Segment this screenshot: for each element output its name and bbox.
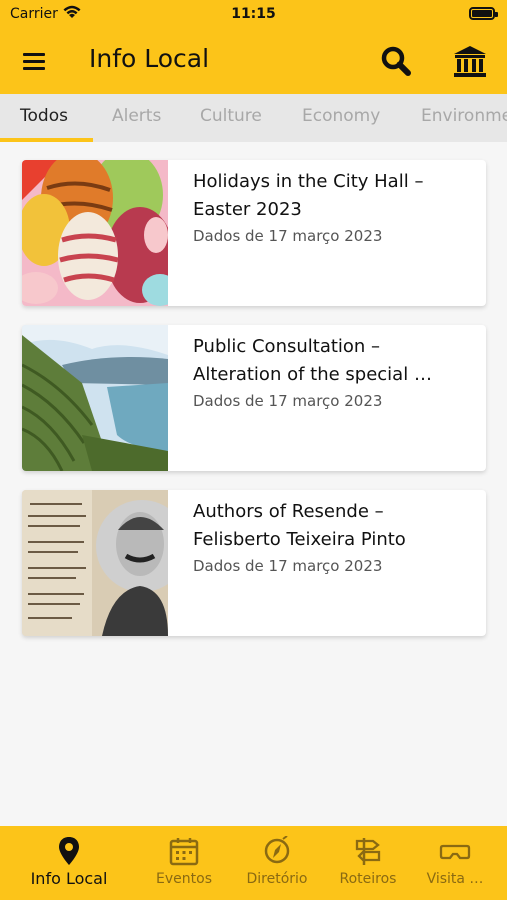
tab-todos[interactable]: Todos	[20, 106, 68, 126]
map-pin-icon	[57, 836, 81, 870]
tab-alerts[interactable]: Alerts	[112, 106, 161, 126]
article-thumbnail-easter-eggs	[22, 160, 168, 306]
nav-visita[interactable]: Visita …	[405, 826, 505, 900]
article-title: Public Consultation – Alteration of the …	[193, 336, 432, 385]
article-card[interactable]: Authors of Resende – Felisberto Teixeira…	[22, 490, 486, 636]
nav-diretorio[interactable]: Diretório	[227, 826, 327, 900]
battery-icon	[469, 7, 498, 20]
nav-roteiros[interactable]: Roteiros	[318, 826, 418, 900]
calendar-icon	[169, 836, 199, 870]
article-title: Authors of Resende – Felisberto Teixeira…	[193, 501, 406, 550]
article-card[interactable]: Public Consultation – Alteration of the …	[22, 325, 486, 471]
article-thumbnail-portrait	[22, 490, 168, 636]
article-thumbnail-river-vineyards	[22, 325, 168, 471]
search-icon[interactable]	[376, 42, 416, 82]
nav-label: Eventos	[156, 871, 212, 887]
nav-label: Diretório	[246, 871, 308, 887]
article-list: Holidays in the City Hall – Easter 2023 …	[22, 160, 486, 655]
article-date: Dados de 17 março 2023	[193, 557, 383, 575]
app-bar: Info Local	[0, 30, 507, 94]
signpost-icon	[353, 836, 383, 870]
nav-info-local[interactable]: Info Local	[19, 826, 119, 900]
article-date: Dados de 17 março 2023	[193, 392, 383, 410]
nav-label: Roteiros	[339, 871, 397, 887]
nav-eventos[interactable]: Eventos	[134, 826, 234, 900]
page-title: Info Local	[89, 44, 210, 73]
status-bar: Carrier 11:15	[0, 0, 507, 30]
category-tabs: Todos Alerts Culture Economy Environme	[0, 94, 507, 142]
tab-culture[interactable]: Culture	[200, 106, 262, 126]
tab-economy[interactable]: Economy	[302, 106, 380, 126]
nav-label: Info Local	[30, 869, 108, 888]
clock: 11:15	[231, 6, 276, 22]
article-card[interactable]: Holidays in the City Hall – Easter 2023 …	[22, 160, 486, 306]
article-date: Dados de 17 março 2023	[193, 227, 383, 245]
active-tab-indicator	[0, 138, 93, 142]
compass-icon	[262, 835, 292, 870]
menu-icon[interactable]	[20, 48, 50, 76]
nav-label: Visita …	[426, 871, 484, 887]
article-title: Holidays in the City Hall – Easter 2023	[193, 171, 424, 220]
tab-environment[interactable]: Environme	[421, 106, 507, 126]
city-hall-icon[interactable]	[450, 42, 490, 82]
bottom-navigation: Info Local Eventos Diretório Roteiros Vi…	[0, 826, 507, 900]
vr-headset-icon	[439, 836, 471, 870]
